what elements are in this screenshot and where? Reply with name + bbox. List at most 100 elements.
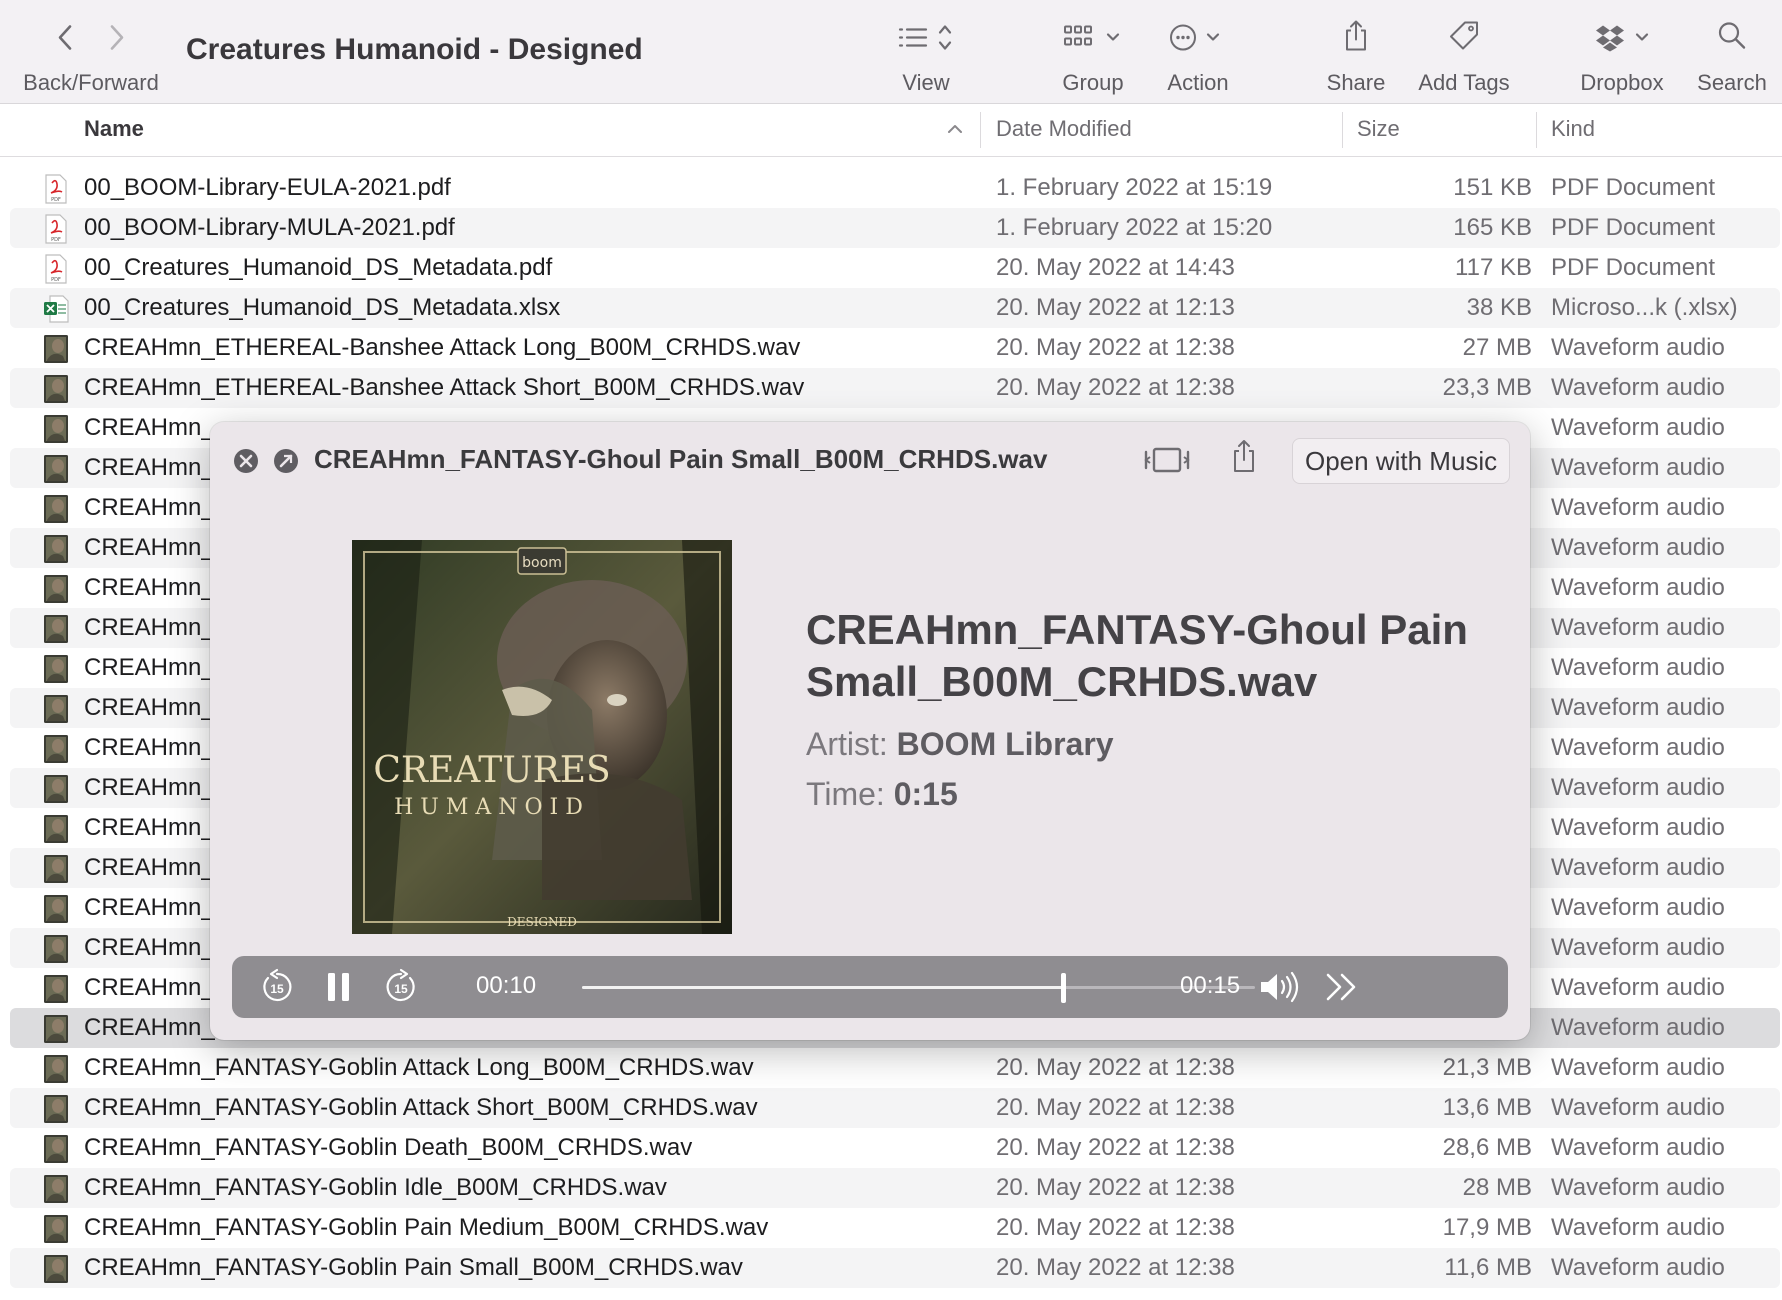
file-kind: Waveform audio	[1551, 774, 1725, 801]
time-value: 0:15	[893, 776, 958, 812]
open-with-music-button[interactable]: Open with Music	[1292, 438, 1511, 484]
file-row[interactable]: 00_Creatures_Humanoid_DS_Metadata.xlsx 20…	[10, 288, 1780, 328]
skip-forward-15-icon[interactable]: 15	[382, 968, 420, 1011]
file-row[interactable]: CREAHmn_ETHEREAL-Banshee Attack Short_B0…	[10, 368, 1780, 408]
time-line: Time: 0:15	[806, 776, 958, 813]
file-size: 27 MB	[1462, 334, 1532, 361]
finder-toolbar: Back/Forward Creatures Humanoid - Design…	[0, 0, 1782, 104]
file-row[interactable]: CREAHmn_FANTASY-Goblin Death_B00M_CRHDS.…	[10, 1128, 1780, 1168]
file-name: CREAHmn_	[84, 934, 215, 961]
file-row[interactable]: CREAHmn_FANTASY-Goblin Idle_B00M_CRHDS.w…	[10, 1168, 1780, 1208]
duration-time: 00:15	[1180, 972, 1241, 999]
file-row[interactable]: PDF 00_BOOM-Library-EULA-2021.pdf 1. Febru…	[10, 168, 1780, 208]
column-divider[interactable]	[980, 112, 981, 148]
album-art-edition: DESIGNED	[507, 915, 577, 929]
file-date: 1. February 2022 at 15:19	[996, 174, 1273, 201]
scrubber-handle[interactable]	[1061, 973, 1067, 1003]
file-kind: Waveform audio	[1551, 334, 1725, 361]
audio-file-icon	[43, 1214, 69, 1243]
sort-ascending-icon[interactable]	[946, 122, 964, 136]
file-size: 28,6 MB	[1442, 1134, 1532, 1161]
quicklook-filename: CREAHmn_FANTASY-Ghoul Pain Small_B00M_CR…	[314, 444, 1048, 474]
pdf-icon: PDF	[43, 254, 69, 284]
search-icon[interactable]	[1717, 21, 1747, 56]
video-frame-icon[interactable]	[1142, 444, 1192, 481]
track-title: CREAHmn_FANTASY-Ghoul Pain Small_B00M_CR…	[806, 606, 1468, 705]
file-date: 20. May 2022 at 12:38	[996, 374, 1235, 401]
audio-file-icon	[43, 534, 69, 563]
share-label: Share	[1326, 70, 1386, 95]
column-size[interactable]: Size	[1357, 116, 1400, 142]
file-name: CREAHmn_	[84, 654, 215, 681]
file-row[interactable]: PDF 00_BOOM-Library-MULA-2021.pdf 1. Febru…	[10, 208, 1780, 248]
back-forward-label: Back/Forward	[23, 70, 159, 95]
file-row[interactable]: CREAHmn_FANTASY-Goblin Attack Short_B00M…	[10, 1088, 1780, 1128]
pdf-icon: PDF	[43, 174, 69, 204]
audio-file-icon	[43, 894, 69, 923]
album-art-title: CREATURES	[373, 750, 610, 791]
file-kind: PDF Document	[1551, 214, 1716, 241]
file-date: 20. May 2022 at 12:38	[996, 1054, 1235, 1081]
close-icon[interactable]	[232, 447, 260, 480]
file-kind: Waveform audio	[1551, 814, 1725, 841]
quicklook-panel: CREAHmn_FANTASY-Ghoul Pain Small_B00M_CR…	[210, 422, 1530, 1040]
file-name: CREAHmn_FANTASY-Goblin Idle_B00M_CRHDS.w…	[84, 1174, 667, 1201]
file-size: 13,6 MB	[1442, 1094, 1532, 1121]
tag-icon[interactable]	[1447, 19, 1481, 58]
forward-chevron-icon[interactable]	[105, 23, 127, 58]
file-name: CREAHmn_	[84, 734, 215, 761]
share-icon[interactable]	[1342, 19, 1370, 58]
file-date: 20. May 2022 at 12:38	[996, 1134, 1235, 1161]
dropbox-icon[interactable]	[1593, 23, 1655, 58]
file-name: CREAHmn_FANTASY-Goblin Pain Small_B00M_C…	[84, 1254, 743, 1281]
view-label: View	[902, 70, 950, 95]
audio-file-icon	[43, 1134, 69, 1163]
audio-file-icon	[43, 574, 69, 603]
file-kind: Waveform audio	[1551, 494, 1725, 521]
pdf-icon: PDF	[43, 214, 69, 244]
album-artwork: boom CREATURES HUMANOID DESIGNED	[352, 540, 732, 934]
volume-icon[interactable]	[1258, 969, 1300, 1010]
artist-label: Artist:	[806, 726, 888, 762]
column-name[interactable]: Name	[84, 116, 144, 142]
file-name: CREAHmn_	[84, 574, 215, 601]
file-row[interactable]: CREAHmn_FANTASY-Goblin Pain Medium_B00M_…	[10, 1208, 1780, 1248]
group-icon[interactable]	[1062, 23, 1124, 58]
file-name: CREAHmn_	[84, 974, 215, 1001]
column-kind[interactable]: Kind	[1551, 116, 1595, 142]
action-ellipsis-icon[interactable]	[1167, 22, 1229, 59]
file-size: 165 KB	[1453, 214, 1532, 241]
pause-icon[interactable]	[326, 970, 352, 1009]
audio-file-icon	[43, 1014, 69, 1043]
file-size: 11,6 MB	[1444, 1254, 1532, 1281]
scrubber-progress	[582, 986, 1064, 989]
file-row[interactable]: PDF 00_Creatures_Humanoid_DS_Metadata.pdf…	[10, 248, 1780, 288]
file-kind: Waveform audio	[1551, 974, 1725, 1001]
share-icon[interactable]	[1230, 438, 1258, 479]
file-row[interactable]: CREAHmn_FANTASY-Goblin Attack Long_B00M_…	[10, 1048, 1780, 1088]
file-kind: Waveform audio	[1551, 734, 1725, 761]
back-chevron-icon[interactable]	[55, 23, 77, 58]
column-date-modified[interactable]: Date Modified	[996, 116, 1132, 142]
file-size: 23,3 MB	[1442, 374, 1532, 401]
scrubber-track[interactable]	[582, 973, 1255, 1003]
column-divider[interactable]	[1536, 112, 1537, 148]
file-name: CREAHmn_	[84, 494, 215, 521]
file-row[interactable]: CREAHmn_ETHEREAL-Banshee Attack Long_B00…	[10, 328, 1780, 368]
file-kind: Waveform audio	[1551, 1134, 1725, 1161]
file-name: CREAHmn_	[84, 854, 215, 881]
file-name: CREAHmn_FANTASY-Goblin Attack Long_B00M_…	[84, 1054, 754, 1081]
audio-file-icon	[43, 1054, 69, 1083]
skip-back-15-icon[interactable]: 15	[258, 968, 296, 1011]
action-label: Action	[1167, 70, 1229, 95]
file-kind: PDF Document	[1551, 174, 1716, 201]
file-date: 20. May 2022 at 12:38	[996, 1174, 1235, 1201]
file-date: 20. May 2022 at 12:13	[996, 294, 1235, 321]
file-row[interactable]: CREAHmn_FANTASY-Goblin Pain Small_B00M_C…	[10, 1248, 1780, 1288]
list-view-icon[interactable]	[896, 23, 956, 58]
excel-icon	[43, 294, 69, 323]
fast-forward-chevrons-icon[interactable]	[1324, 970, 1360, 1009]
fullscreen-icon[interactable]	[272, 447, 300, 480]
file-name: CREAHmn_FANTASY-Goblin Attack Short_B00M…	[84, 1094, 758, 1121]
column-divider[interactable]	[1342, 112, 1343, 148]
